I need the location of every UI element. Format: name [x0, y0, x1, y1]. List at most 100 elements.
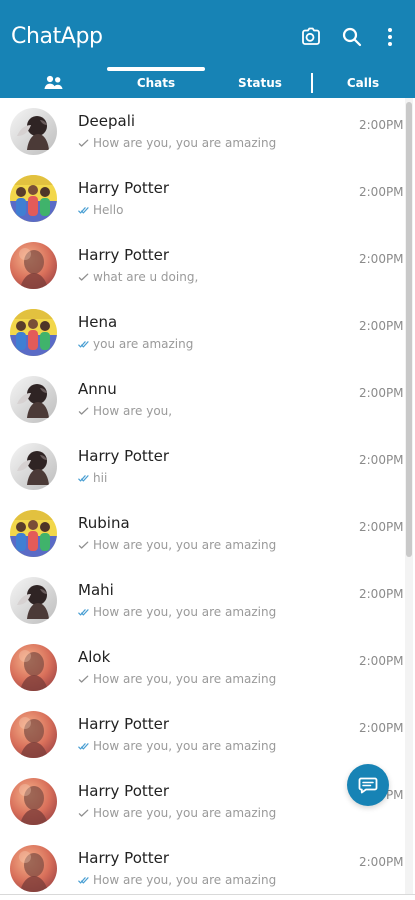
chat-message-preview: hii	[93, 471, 108, 485]
more-vert-icon[interactable]	[377, 24, 403, 50]
chat-row[interactable]: Harry Potter 2:00PM How are you, you are…	[0, 835, 405, 900]
chat-row[interactable]: Hena 2:00PM you are amazing	[0, 299, 405, 366]
check-icon	[78, 540, 89, 551]
chat-message-preview: How are you, you are amazing	[93, 806, 277, 820]
chat-message-preview: Hello	[93, 203, 124, 217]
chat-row[interactable]: Annu 2:00PM How are you,	[0, 366, 405, 433]
chat-preview: How are you, you are amazing	[78, 671, 338, 687]
chat-message-preview: what are u doing,	[93, 270, 199, 284]
tab-bar: Chats Status Calls	[0, 67, 415, 98]
chat-row[interactable]: Harry Potter 2:00PM How are you, you are…	[0, 701, 405, 768]
search-icon[interactable]	[339, 24, 365, 50]
check-icon	[78, 138, 89, 149]
chat-preview: How are you, you are amazing	[78, 805, 338, 821]
avatar	[10, 778, 57, 825]
double-check-icon	[78, 875, 89, 886]
chat-preview: How are you, you are amazing	[78, 872, 338, 888]
chat-time: 2:00PM	[359, 520, 404, 534]
chat-message-preview: How are you, you are amazing	[93, 873, 277, 887]
tab-divider	[311, 73, 313, 93]
chat-name: Harry Potter	[78, 849, 170, 867]
chat-row[interactable]: Harry Potter 2:00PM hii	[0, 433, 405, 500]
chat-row[interactable]: Harry Potter 2:00PM Hello	[0, 165, 405, 232]
camera-icon[interactable]	[297, 24, 323, 50]
chat-preview: How are you, you are amazing	[78, 135, 338, 151]
chat-row[interactable]: Deepali 2:00PM How are you, you are amaz…	[0, 98, 405, 165]
avatar	[10, 242, 57, 289]
chat-name: Harry Potter	[78, 447, 170, 465]
avatar	[10, 845, 57, 892]
avatar	[10, 175, 57, 222]
chat-name: Annu	[78, 380, 117, 398]
check-icon	[78, 808, 89, 819]
chat-message-preview: you are amazing	[93, 337, 194, 351]
chat-time: 2:00PM	[359, 453, 404, 467]
check-icon	[78, 272, 89, 283]
chat-time: 2:00PM	[359, 654, 404, 668]
community-icon	[44, 75, 63, 89]
chat-preview: How are you, you are amazing	[78, 738, 338, 754]
chat-time: 2:00PM	[359, 319, 404, 333]
app-header: ChatApp Chats Status Calls	[0, 0, 415, 98]
chat-row[interactable]: Mahi 2:00PM How are you, you are amazing	[0, 567, 405, 634]
chat-row[interactable]: Alok 2:00PM How are you, you are amazing	[0, 634, 405, 701]
app-title: ChatApp	[11, 24, 103, 49]
tab-calls-label: Calls	[346, 75, 380, 90]
chat-name: Harry Potter	[78, 179, 170, 197]
avatar	[10, 309, 57, 356]
chat-name: Rubina	[78, 514, 130, 532]
chat-message-preview: How are you, you are amazing	[93, 538, 277, 552]
chat-preview: you are amazing	[78, 336, 338, 352]
chat-time: 2:00PM	[359, 855, 404, 869]
chat-row[interactable]: Rubina 2:00PM How are you, you are amazi…	[0, 500, 405, 567]
chat-preview: what are u doing,	[78, 269, 338, 285]
tab-calls[interactable]: Calls	[335, 67, 391, 98]
tab-community[interactable]	[34, 67, 74, 98]
chat-name: Hena	[78, 313, 118, 331]
chat-app-screen: ChatApp Chats Status Calls Deepali 2:00P…	[0, 0, 415, 900]
avatar	[10, 644, 57, 691]
avatar	[10, 510, 57, 557]
avatar	[10, 108, 57, 155]
tab-status-label: Status	[238, 75, 282, 90]
chat-name: Mahi	[78, 581, 114, 599]
avatar	[10, 577, 57, 624]
avatar	[10, 376, 57, 423]
chat-preview: How are you, you are amazing	[78, 604, 338, 620]
chat-name: Harry Potter	[78, 715, 170, 733]
chat-message-icon	[358, 777, 378, 794]
chat-time: 2:00PM	[359, 252, 404, 266]
chat-name: Harry Potter	[78, 246, 170, 264]
bottom-divider	[0, 894, 415, 895]
chat-preview: How are you,	[78, 403, 338, 419]
double-check-icon	[78, 607, 89, 618]
chat-time: 2:00PM	[359, 386, 404, 400]
chat-name: Deepali	[78, 112, 136, 130]
check-icon	[78, 674, 89, 685]
tab-chats[interactable]: Chats	[107, 67, 205, 98]
double-check-icon	[78, 339, 89, 350]
chat-time: 2:00PM	[359, 118, 404, 132]
tab-status[interactable]: Status	[226, 67, 294, 98]
tab-chats-label: Chats	[136, 75, 176, 90]
check-icon	[78, 406, 89, 417]
chat-message-preview: How are you, you are amazing	[93, 739, 277, 753]
chat-message-preview: How are you, you are amazing	[93, 672, 277, 686]
chat-message-preview: How are you,	[93, 404, 173, 418]
chat-preview: How are you, you are amazing	[78, 537, 338, 553]
double-check-icon	[78, 741, 89, 752]
chat-row[interactable]: Harry Potter 2:00PM what are u doing,	[0, 232, 405, 299]
chat-message-preview: How are you, you are amazing	[93, 605, 277, 619]
chat-time: 2:00PM	[359, 587, 404, 601]
chat-preview: Hello	[78, 202, 338, 218]
avatar	[10, 443, 57, 490]
double-check-icon	[78, 473, 89, 484]
chat-preview: hii	[78, 470, 338, 486]
chat-name: Harry Potter	[78, 782, 170, 800]
avatar	[10, 711, 57, 758]
chat-time: 2:00PM	[359, 721, 404, 735]
scrollbar-thumb[interactable]	[406, 102, 412, 557]
new-chat-button[interactable]	[347, 764, 389, 806]
chat-time: 2:00PM	[359, 185, 404, 199]
chat-row[interactable]: Harry Potter 2:00PM How are you, you are…	[0, 768, 405, 835]
